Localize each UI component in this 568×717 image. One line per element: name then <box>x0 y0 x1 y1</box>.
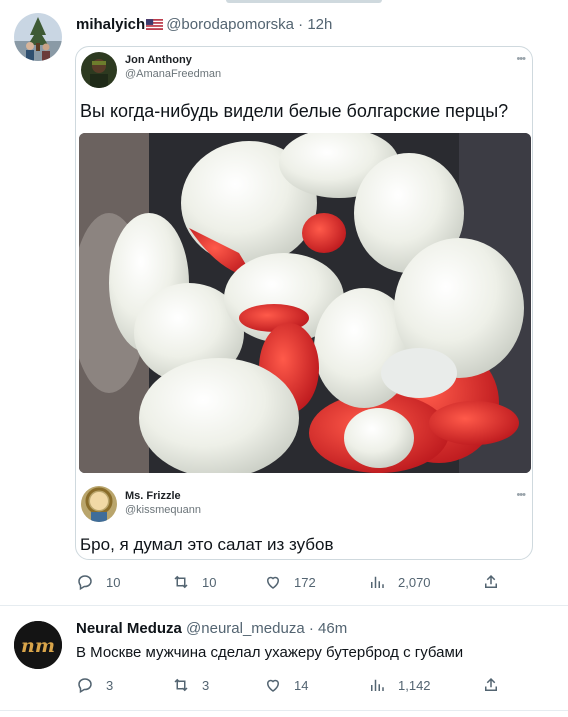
white-peppers-photo <box>79 133 531 473</box>
share-button[interactable] <box>482 572 500 592</box>
reply-button[interactable]: 10 <box>76 572 120 592</box>
avatar-image: nm <box>14 621 62 669</box>
reply-button[interactable]: 3 <box>76 675 113 695</box>
heart-icon <box>266 576 280 589</box>
screenshot-author-name: Ms. Frizzle <box>125 490 181 502</box>
avatar-text: nm <box>21 635 55 657</box>
views-count: 1,142 <box>398 677 431 693</box>
retweet-button[interactable]: 3 <box>172 675 209 695</box>
tweet-actions: 10 10 172 2,070 <box>76 572 506 592</box>
screenshot-post-text: Бро, я думал это салат из зубов <box>80 535 334 554</box>
avatar <box>81 486 117 522</box>
like-count: 172 <box>294 574 316 590</box>
separator: · <box>298 16 304 33</box>
tweet[interactable]: nm Neural Meduza @neural_meduza · 46m В … <box>0 606 568 711</box>
screenshot-author-handle: @AmanaFreedman <box>125 68 222 80</box>
views-button[interactable]: 1,142 <box>368 675 431 695</box>
screenshot-post-text: Вы когда-нибудь видели белые болгарские … <box>80 101 509 121</box>
tweet[interactable]: mihalyich @borodapomorska · 12h Jon Anth… <box>0 0 568 606</box>
author-handle[interactable]: @neural_meduza <box>186 620 305 637</box>
reply-icon <box>78 575 92 591</box>
tweet-text: В Москве мужчина сделал ухажеру бутербро… <box>76 644 464 661</box>
avatar-image <box>14 13 62 61</box>
retweet-button[interactable]: 10 <box>172 572 216 592</box>
timestamp[interactable]: 46m <box>318 620 347 637</box>
retweet-count: 10 <box>202 574 217 590</box>
reply-icon <box>78 678 92 694</box>
screenshot-author-name: Jon Anthony <box>125 54 192 66</box>
heart-icon <box>266 679 280 692</box>
tweet-header: mihalyich @borodapomorska · 12h <box>76 16 332 33</box>
views-count: 2,070 <box>398 574 431 590</box>
more-icon: ••• <box>516 53 526 65</box>
avatar[interactable]: nm <box>14 621 62 669</box>
tweet-header: Neural Meduza @neural_meduza · 46m <box>76 620 347 637</box>
tweet-image[interactable]: Jon Anthony @AmanaFreedman ••• Вы когда-… <box>75 46 533 560</box>
avatar[interactable] <box>14 13 62 61</box>
author-name[interactable]: Neural Meduza <box>76 620 182 637</box>
avatar <box>81 52 117 88</box>
like-button[interactable]: 14 <box>264 675 308 695</box>
reply-count: 10 <box>106 574 121 590</box>
more-icon: ••• <box>516 489 526 501</box>
timestamp[interactable]: 12h <box>307 16 332 33</box>
retweet-count: 3 <box>202 677 210 693</box>
author-name[interactable]: mihalyich <box>76 16 145 33</box>
views-button[interactable]: 2,070 <box>368 572 431 592</box>
retweet-icon <box>174 678 188 692</box>
avatar-image <box>81 486 117 522</box>
like-count: 14 <box>294 677 309 693</box>
share-button[interactable] <box>482 675 500 695</box>
separator: · <box>308 620 314 637</box>
author-handle[interactable]: @borodapomorska <box>166 16 294 33</box>
tweet-actions: 3 3 14 1,142 <box>76 675 506 695</box>
views-icon <box>371 679 384 691</box>
reply-count: 3 <box>106 677 114 693</box>
avatar-image <box>81 52 117 88</box>
us-flag-icon <box>146 19 164 30</box>
like-button[interactable]: 172 <box>264 572 316 592</box>
views-icon <box>371 576 384 588</box>
screenshot-author-handle: @kissmequann <box>125 504 201 516</box>
share-icon <box>485 677 497 691</box>
retweet-icon <box>174 575 188 589</box>
share-icon <box>485 574 497 588</box>
